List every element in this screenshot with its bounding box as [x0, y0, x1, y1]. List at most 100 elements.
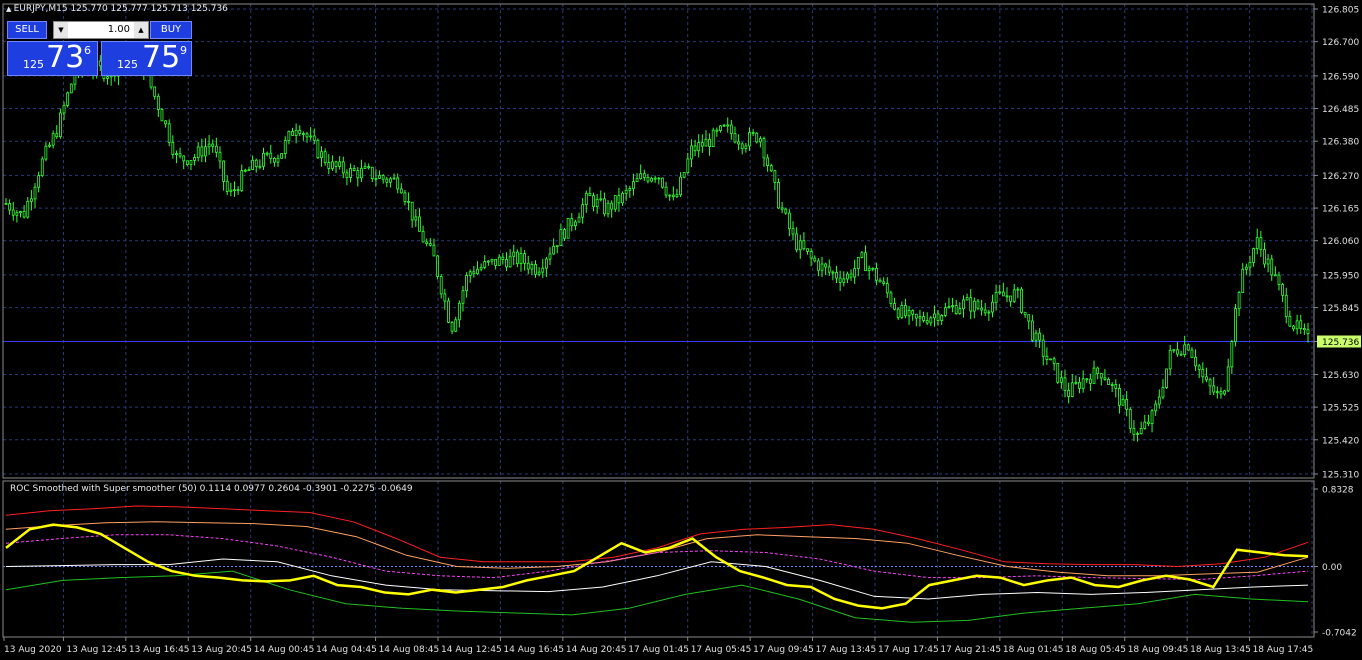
sell-price-box[interactable]: 125 73 6 — [7, 40, 98, 76]
candle-body — [780, 207, 784, 210]
candle-body — [164, 120, 167, 125]
candle-body — [1226, 366, 1230, 392]
candle-body — [787, 212, 791, 230]
candle-body — [349, 168, 352, 178]
candle-body — [1143, 421, 1147, 429]
price-tick-label: 125.525 — [1322, 404, 1359, 414]
price-tick-label: 125.310 — [1322, 471, 1359, 481]
candle-body — [51, 133, 55, 146]
candle-body — [791, 228, 795, 235]
candle-body — [214, 145, 218, 153]
candle-body — [1081, 378, 1085, 389]
candle-body — [744, 145, 748, 150]
time-tick-label: 17 Aug 13:45 — [816, 645, 877, 655]
candle-body — [457, 302, 461, 321]
candle-body — [947, 306, 951, 309]
lot-increase-icon[interactable]: ▲ — [134, 22, 148, 38]
candle-body — [552, 245, 556, 255]
candle-body — [1085, 378, 1089, 381]
candle-body — [298, 129, 302, 134]
candle-body — [1241, 268, 1245, 293]
candle-body — [486, 260, 490, 263]
sell-price-prefix: 125 — [23, 58, 44, 71]
lot-decrease-icon[interactable]: ▼ — [54, 22, 68, 38]
candle-body — [153, 86, 157, 97]
candle-body — [733, 133, 737, 143]
lower-band-line — [5, 570, 1309, 623]
candle-body — [537, 271, 541, 275]
candle-body — [1179, 353, 1183, 356]
candle-body — [193, 157, 196, 161]
price-tick-label: 125.630 — [1322, 371, 1359, 381]
candle-body — [777, 181, 780, 209]
candle-body — [374, 177, 378, 180]
candle-body — [508, 255, 512, 268]
time-tick-label: 18 Aug 01:45 — [1003, 645, 1064, 655]
candle-body — [686, 158, 690, 173]
candle-body — [1255, 237, 1259, 250]
price-tick-label: 126.805 — [1322, 6, 1359, 16]
time-tick-label: 18 Aug 17:45 — [1253, 645, 1314, 655]
buy-price-box[interactable]: 125 75 9 — [101, 40, 192, 76]
candle-body — [1132, 427, 1136, 435]
candle-body — [425, 241, 429, 244]
candle-body — [1281, 284, 1285, 296]
sell-price-sup: 6 — [84, 44, 91, 57]
candle-body — [407, 201, 410, 203]
candle-body — [853, 268, 857, 278]
candle-body — [432, 244, 436, 257]
candle-body — [222, 160, 226, 182]
time-tick-label: 13 Aug 2020 — [4, 645, 62, 655]
candle-body — [269, 152, 273, 159]
sell-button[interactable]: SELL — [7, 21, 47, 39]
time-tick-label: 13 Aug 12:45 — [66, 645, 127, 655]
candle-body — [936, 313, 940, 321]
candle-body — [207, 143, 211, 148]
candle-body — [450, 321, 454, 332]
candle-body — [189, 160, 193, 165]
candle-body — [798, 240, 802, 251]
candle-body — [864, 252, 867, 272]
candle-body — [381, 175, 385, 180]
candle-body — [621, 192, 624, 204]
candle-body — [331, 161, 334, 169]
candle-body — [835, 272, 838, 279]
candle-body — [1092, 367, 1096, 384]
candle-body — [588, 192, 592, 197]
lot-size-value[interactable]: 1.00 — [70, 22, 132, 38]
candle-body — [690, 145, 693, 160]
candle-body — [1244, 266, 1248, 270]
candle-body — [1183, 344, 1187, 356]
candle-body — [711, 129, 715, 148]
candle-body — [178, 153, 182, 157]
upper-mid-band-line — [5, 521, 1309, 577]
buy-price-prefix: 125 — [117, 58, 138, 71]
price-tick-label: 126.485 — [1322, 105, 1359, 115]
lot-size-field[interactable]: ▼ 1.00 ▲ — [53, 21, 149, 39]
candle-body — [421, 230, 425, 243]
trade-panel-top: SELL ▼ 1.00 ▲ BUY — [7, 20, 192, 40]
buy-button[interactable]: BUY — [150, 21, 192, 39]
price-tick-label: 126.380 — [1322, 138, 1359, 148]
candle-body — [766, 157, 770, 167]
candle-body — [1114, 384, 1118, 389]
candle-body — [171, 141, 175, 155]
candle-body — [254, 159, 258, 167]
candle-body — [914, 313, 918, 319]
candle-body — [1012, 289, 1016, 302]
candle-body — [682, 172, 686, 178]
price-tick-label: 125.950 — [1322, 271, 1359, 281]
candle-body — [954, 305, 958, 314]
candle-body — [291, 131, 294, 136]
candle-body — [1147, 421, 1150, 424]
candle-body — [439, 276, 443, 295]
candle-body — [715, 129, 719, 132]
candle-body — [991, 301, 994, 313]
indicator-tick-label: 0.00 — [1322, 563, 1342, 573]
candle-body — [603, 198, 606, 215]
candle-body — [272, 157, 276, 163]
candle-body — [243, 169, 247, 172]
candle-body — [573, 221, 577, 227]
candle-body — [566, 217, 570, 239]
candle-body — [693, 145, 697, 152]
